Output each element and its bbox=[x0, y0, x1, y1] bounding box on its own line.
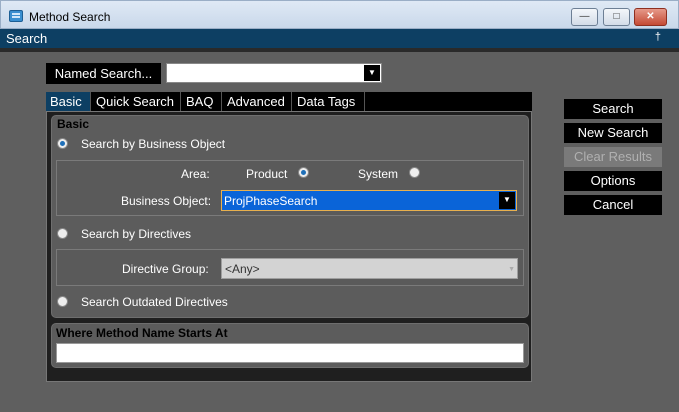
method-name-input[interactable] bbox=[56, 343, 524, 363]
new-search-button[interactable]: New Search bbox=[564, 123, 662, 143]
tab-advanced[interactable]: Advanced bbox=[223, 92, 292, 111]
search-header: Search † bbox=[0, 29, 679, 48]
area-product-label[interactable]: Product bbox=[246, 167, 287, 181]
window-titlebar: Method Search — □ ✕ bbox=[0, 0, 679, 29]
basic-group-heading: Basic bbox=[57, 117, 90, 131]
tab-quick-search[interactable]: Quick Search bbox=[92, 92, 181, 111]
directive-group-value: <Any> bbox=[225, 262, 260, 276]
business-object-combo[interactable]: ProjPhaseSearch ▼ bbox=[221, 190, 517, 211]
outdated-directives-option-label[interactable]: Search Outdated Directives bbox=[81, 295, 228, 309]
search-header-label: Search bbox=[6, 31, 48, 46]
business-object-option-label[interactable]: Search by Business Object bbox=[81, 137, 225, 151]
directive-group-combo: <Any> ▼ bbox=[221, 258, 518, 279]
chevron-down-icon[interactable]: ▼ bbox=[499, 192, 515, 209]
cancel-button[interactable]: Cancel bbox=[564, 195, 662, 215]
app-icon bbox=[9, 10, 23, 22]
outdated-directives-radio[interactable] bbox=[57, 296, 68, 307]
clear-results-button[interactable]: Clear Results bbox=[564, 147, 662, 167]
business-object-label: Business Object: bbox=[121, 194, 212, 208]
maximize-button[interactable]: □ bbox=[603, 8, 630, 26]
tab-data-tags[interactable]: Data Tags bbox=[293, 92, 365, 111]
header-divider bbox=[0, 48, 679, 52]
directives-radio[interactable] bbox=[57, 228, 68, 239]
search-tabs: Basic Quick Search BAQ Advanced Data Tag… bbox=[46, 92, 532, 111]
tab-baq[interactable]: BAQ bbox=[182, 92, 222, 111]
area-system-radio[interactable] bbox=[409, 167, 420, 178]
pin-icon[interactable]: † bbox=[655, 31, 661, 43]
named-search-combo[interactable]: ▼ bbox=[166, 63, 382, 83]
where-group-heading: Where Method Name Starts At bbox=[56, 326, 228, 340]
chevron-down-icon[interactable]: ▼ bbox=[364, 65, 380, 81]
business-object-radio[interactable] bbox=[57, 138, 68, 149]
directive-group-label: Directive Group: bbox=[122, 262, 209, 276]
close-button[interactable]: ✕ bbox=[634, 8, 667, 26]
area-label: Area: bbox=[181, 167, 210, 181]
directives-option-label[interactable]: Search by Directives bbox=[81, 227, 191, 241]
options-button[interactable]: Options bbox=[564, 171, 662, 191]
named-search-button[interactable]: Named Search... bbox=[46, 63, 161, 84]
business-object-value: ProjPhaseSearch bbox=[224, 194, 318, 208]
minimize-button[interactable]: — bbox=[571, 8, 598, 26]
chevron-down-icon: ▼ bbox=[508, 266, 515, 273]
tab-basic[interactable]: Basic bbox=[46, 92, 91, 111]
area-system-label[interactable]: System bbox=[358, 167, 398, 181]
window-title: Method Search bbox=[29, 10, 111, 24]
search-button[interactable]: Search bbox=[564, 99, 662, 119]
area-product-radio[interactable] bbox=[298, 167, 309, 178]
